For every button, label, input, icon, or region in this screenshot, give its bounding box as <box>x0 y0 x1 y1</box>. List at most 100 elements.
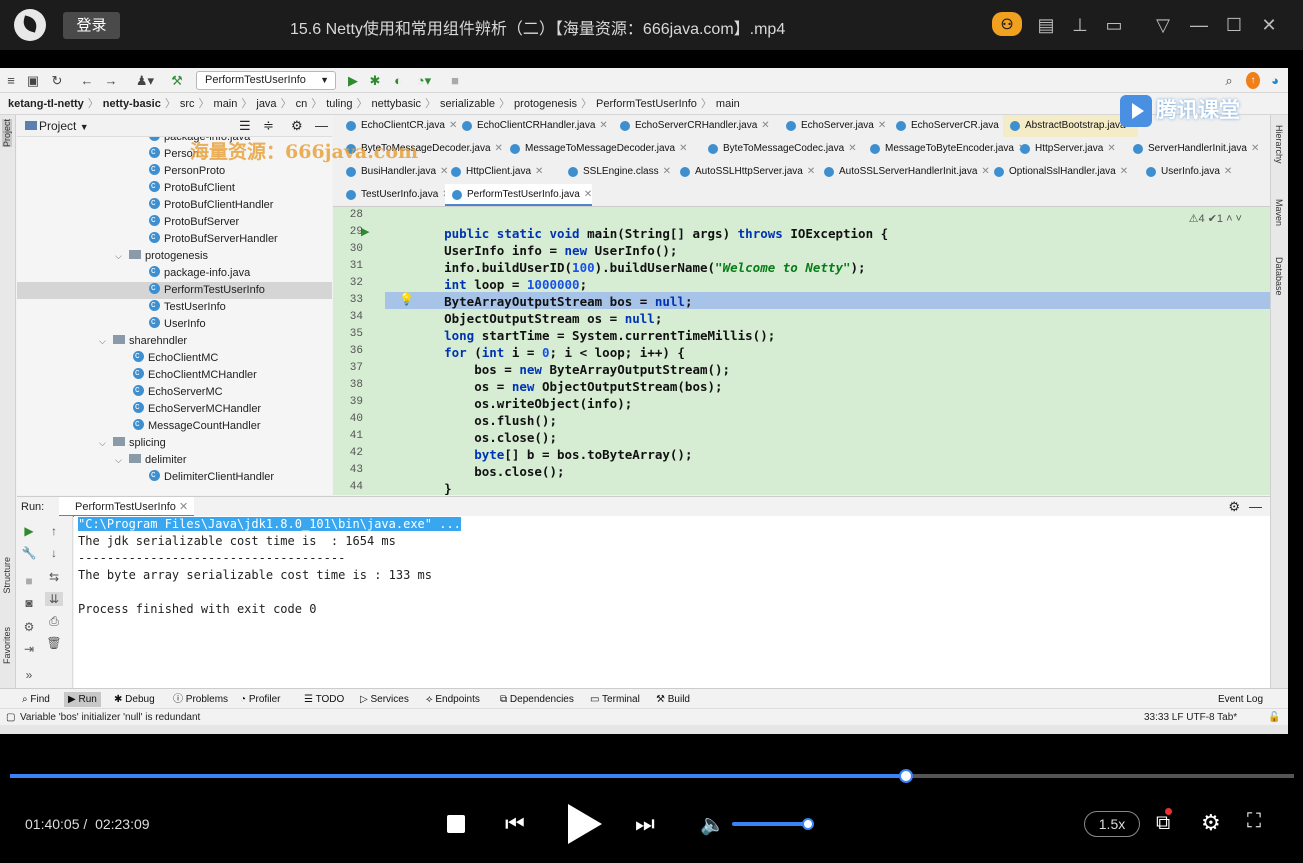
code-line[interactable]: UserInfo info = new UserInfo(); <box>414 243 677 258</box>
breadcrumb-item[interactable]: serializable <box>440 98 495 110</box>
debug-icon[interactable]: ✱ <box>368 72 382 89</box>
breadcrumb-item[interactable]: netty-basic <box>103 98 161 110</box>
tree-item[interactable]: ⌵ sharehndler <box>17 333 332 350</box>
editor-tab[interactable]: ByteToMessageCodec.java ✕ <box>701 138 857 160</box>
tree-item[interactable]: PersonProto <box>17 160 332 180</box>
tool-window-find[interactable]: ⌕ Find <box>22 692 50 707</box>
editor-tab[interactable]: UserInfo.java ✕ <box>1139 161 1232 183</box>
close-icon[interactable]: ✕ <box>663 166 671 177</box>
breadcrumb-item[interactable]: protogenesis <box>514 98 577 110</box>
editor-tab[interactable]: HttpServer.java ✕ <box>1013 138 1116 160</box>
editor-tab[interactable]: TestUserInfo.java✕ <box>339 184 451 206</box>
scroll-up-icon[interactable]: ↑ <box>45 524 63 538</box>
code-line[interactable]: int loop = 1000000; <box>414 277 587 292</box>
user-icon[interactable]: ♟▾ <box>134 72 156 89</box>
code-line[interactable]: bos.close(); <box>414 464 564 479</box>
console-output[interactable]: "C:\Program Files\Java\jdk1.8.0_101\bin\… <box>74 516 1270 696</box>
hide-panel-icon[interactable]: — <box>1249 497 1262 517</box>
close-icon[interactable]: ✕ <box>179 501 188 513</box>
settings-icon[interactable]: ⚙ <box>1201 810 1221 836</box>
stop-icon[interactable]: ■ <box>20 574 38 588</box>
login-button[interactable]: 登录 <box>63 12 120 39</box>
speed-button[interactable]: 1.5x <box>1084 811 1140 837</box>
game-controller-icon[interactable]: ⚇ <box>992 12 1022 36</box>
fullscreen-icon[interactable]: ⛶ <box>1247 810 1261 833</box>
gear-icon[interactable]: ⚙ <box>291 115 303 137</box>
run-configuration-select[interactable]: PerformTestUserInfo ▼ <box>196 71 336 90</box>
previous-button[interactable]: ⏮ <box>505 811 525 837</box>
screen-icon[interactable]: ▤ <box>1034 13 1058 37</box>
close-icon[interactable]: ✕ <box>761 120 769 131</box>
expand-arrow-icon[interactable]: ⌵ <box>115 248 129 265</box>
close-icon[interactable]: ✕ <box>495 143 503 154</box>
close-icon[interactable]: ✕ <box>1107 143 1115 154</box>
tree-item[interactable]: EchoClientMC <box>17 347 332 367</box>
breadcrumb-item[interactable]: cn <box>296 98 308 110</box>
editor-tab[interactable]: MessageToMessageDecoder.java ✕ <box>503 138 687 160</box>
menu-dropdown-icon[interactable]: ▽ <box>1151 13 1175 37</box>
code-line[interactable]: os.writeObject(info); <box>414 396 632 411</box>
close-icon[interactable]: ✕ <box>584 189 592 200</box>
expand-all-icon[interactable]: ☰ <box>239 115 251 137</box>
hide-panel-icon[interactable]: — <box>315 115 328 137</box>
plugin-icon[interactable]: ◕ <box>1268 72 1282 89</box>
scroll-down-icon[interactable]: ↓ <box>45 546 63 560</box>
sync-icon[interactable]: ↻ <box>50 72 64 89</box>
soft-wrap-icon[interactable]: ⇆ <box>45 570 63 584</box>
forward-icon[interactable]: → <box>104 72 118 89</box>
tree-item[interactable]: ProtoBufClientHandler <box>17 194 332 214</box>
code-line[interactable]: long startTime = System.currentTimeMilli… <box>414 328 775 343</box>
breadcrumb-item[interactable]: tuling <box>326 98 352 110</box>
coverage-icon[interactable]: ◐ <box>391 72 405 89</box>
code-line[interactable]: for (int i = 0; i < loop; i++) { <box>414 345 685 360</box>
editor-tab[interactable]: SSLEngine.class ✕ <box>561 161 671 183</box>
close-icon[interactable]: ✕ <box>679 143 687 154</box>
editor-tab[interactable]: PerformTestUserInfo.java ✕ <box>445 184 593 206</box>
scroll-to-end-icon[interactable]: ⇊ <box>45 592 63 606</box>
tool-window-todo[interactable]: ☰ TODO <box>304 692 344 707</box>
code-line[interactable]: public static void main(String[] args) t… <box>414 226 888 241</box>
code-line[interactable]: ObjectOutputStream os = null; <box>414 311 662 326</box>
back-icon[interactable]: ← <box>80 72 94 89</box>
editor-tab[interactable]: AbstractBootstrap.java✕ <box>1003 115 1138 137</box>
pin-icon[interactable]: ⊥ <box>1068 13 1092 37</box>
hierarchy-tool-tab[interactable]: Hierarchy <box>1274 125 1284 164</box>
project-view-selector[interactable]: Project <box>39 119 76 133</box>
tree-item[interactable]: TestUserInfo <box>17 296 332 316</box>
editor-tab[interactable]: ServerHandlerInit.java ✕ <box>1126 138 1259 160</box>
close-icon[interactable]: ✕ <box>535 166 543 177</box>
tree-item[interactable]: UserInfo <box>17 313 332 333</box>
project-tool-tab[interactable]: Project <box>2 119 12 148</box>
editor-tab[interactable]: EchoServerCRHandler.java ✕ <box>613 115 770 137</box>
tool-window-run[interactable]: ▶ Run <box>64 692 101 707</box>
lock-icon[interactable]: 🔓 <box>1268 709 1280 726</box>
inspection-status[interactable]: ⚠4 ✔1 ˄ ˅ <box>1189 212 1242 225</box>
more-icon[interactable]: » <box>20 668 38 682</box>
code-line[interactable]: bos = new ByteArrayOutputStream(); <box>414 362 730 377</box>
code-line[interactable]: os = new ObjectOutputStream(bos); <box>414 379 722 394</box>
caret-position[interactable]: 33:33 LF UTF-8 Tab* <box>1144 709 1237 726</box>
rerun-icon[interactable]: ▶ <box>20 524 38 538</box>
breadcrumb-item[interactable]: main <box>716 98 740 110</box>
volume-handle[interactable] <box>802 818 814 830</box>
code-line[interactable]: } <box>414 481 452 495</box>
tree-item[interactable]: ProtoBufServer <box>17 211 332 231</box>
close-icon[interactable]: ✕ <box>1251 143 1259 154</box>
structure-tool-tab[interactable]: Structure <box>2 557 12 594</box>
editor-tab[interactable]: AutoSSLServerHandlerInit.java ✕ <box>817 161 990 183</box>
code-line[interactable]: byte[] b = bos.toByteArray(); <box>414 447 692 462</box>
code-line[interactable]: os.flush(); <box>414 413 557 428</box>
close-icon[interactable]: ✕ <box>599 120 607 131</box>
code-line[interactable]: ByteArrayOutputStream bos = null; <box>414 294 692 309</box>
code-line[interactable]: info.buildUserID(100).buildUserName("Wel… <box>414 260 865 275</box>
event-log-button[interactable]: Event Log <box>1218 692 1263 707</box>
close-icon[interactable]: ✕ <box>848 143 856 154</box>
gear-icon[interactable]: ⚙ <box>1228 497 1240 517</box>
editor-tab[interactable]: AutoSSLHttpServer.java ✕ <box>673 161 815 183</box>
tree-item[interactable]: ProtoBufClient <box>17 177 332 197</box>
tree-item[interactable]: EchoServerMCHandler <box>17 398 332 418</box>
run-icon[interactable]: ▶ <box>346 72 360 89</box>
tree-item[interactable]: package-info.java <box>17 262 332 282</box>
build-hammer-icon[interactable]: ⚒ <box>170 72 184 89</box>
editor-tab[interactable]: EchoServerCR.java✕ <box>889 115 1011 137</box>
